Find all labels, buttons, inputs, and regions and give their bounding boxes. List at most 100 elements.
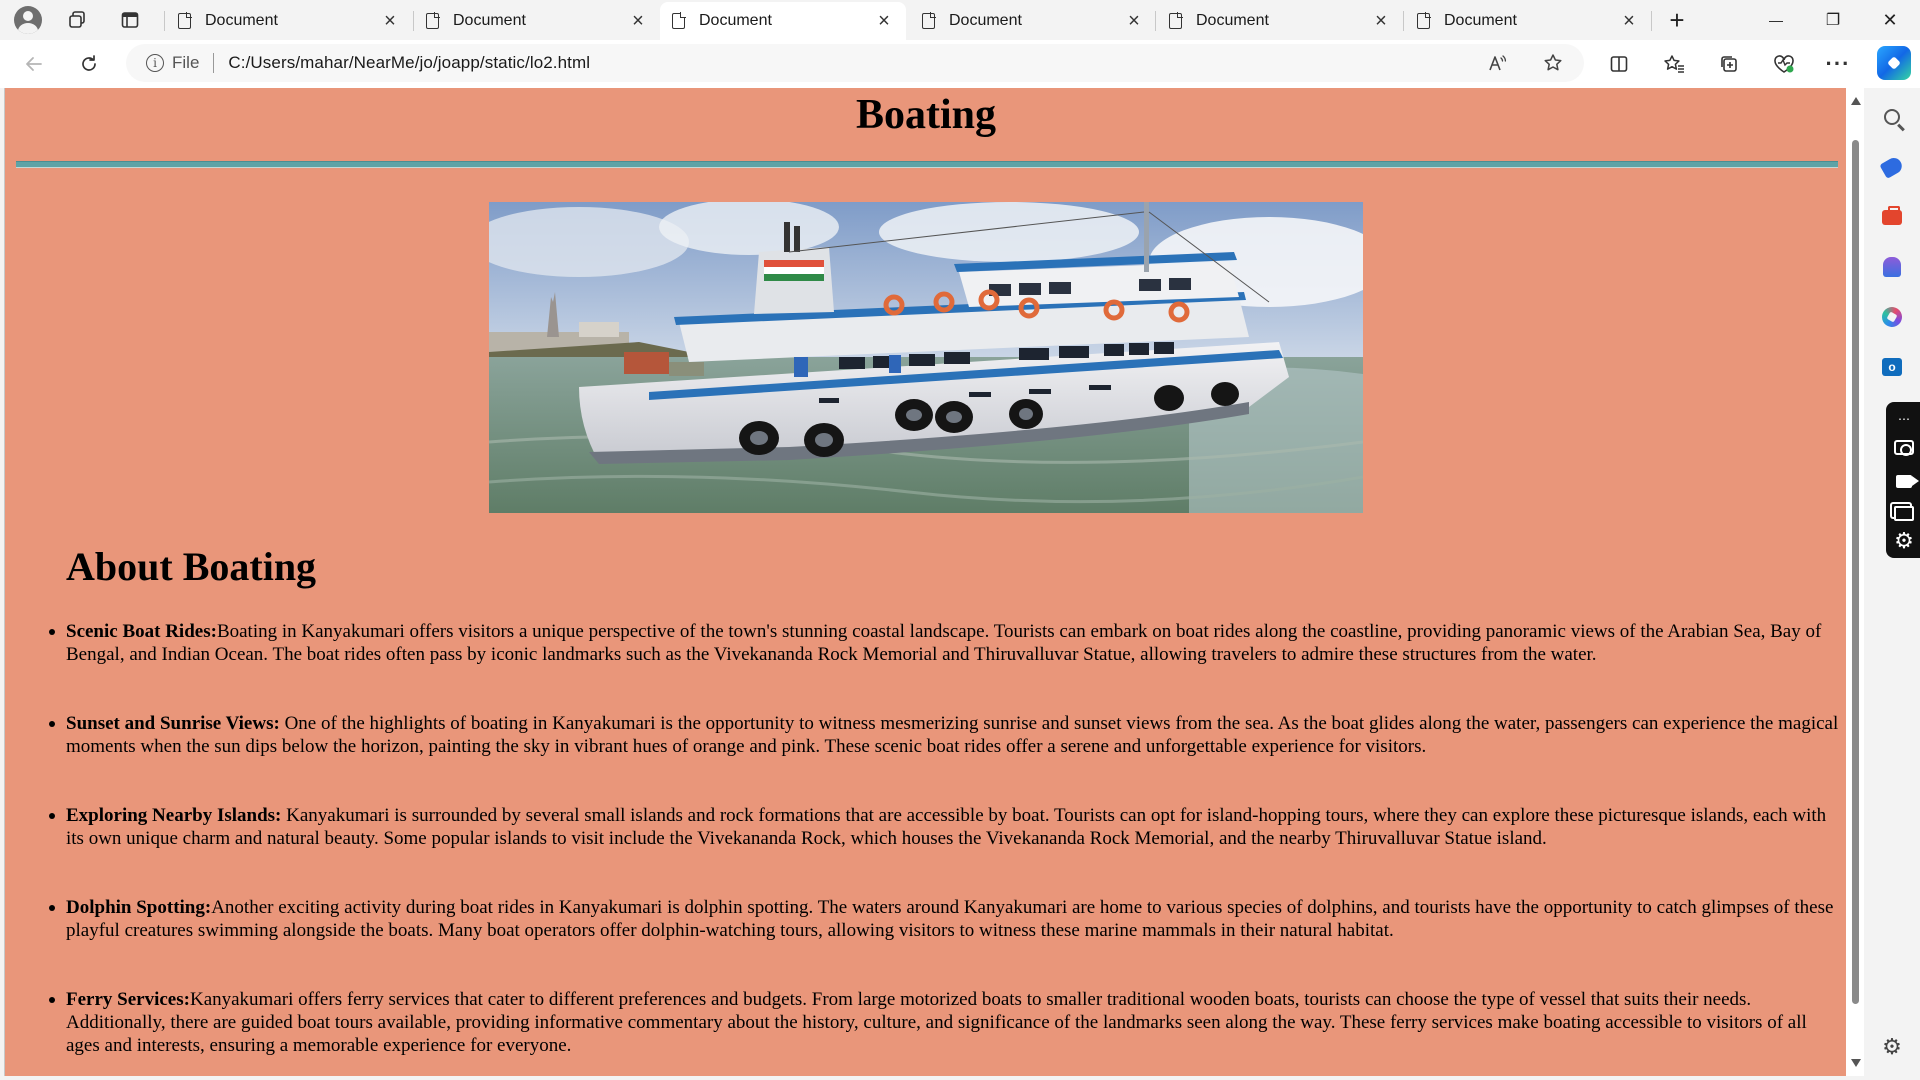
tab-document-2[interactable]: Document × bbox=[414, 2, 660, 40]
topic-text: Another exciting activity during boat ri… bbox=[66, 897, 1834, 941]
browser-essentials-button[interactable] bbox=[1766, 46, 1802, 82]
minimize-icon: — bbox=[1769, 12, 1783, 28]
collections-icon bbox=[1721, 56, 1737, 72]
more-options-button[interactable]: ··· bbox=[1820, 46, 1856, 82]
copilot-icon[interactable] bbox=[1877, 46, 1911, 80]
scroll-up-arrow-icon[interactable] bbox=[1851, 97, 1861, 105]
tab-title: Document bbox=[699, 12, 772, 29]
read-aloud-icon[interactable] bbox=[1482, 48, 1512, 78]
refresh-button[interactable] bbox=[71, 46, 107, 82]
tab-close-icon[interactable]: × bbox=[1124, 11, 1144, 31]
topic-text: One of the highlights of boating in Kany… bbox=[66, 713, 1839, 757]
tab-close-icon[interactable]: × bbox=[380, 11, 400, 31]
search-icon bbox=[1884, 109, 1900, 125]
tab-title: Document bbox=[453, 12, 526, 29]
topic-term: Scenic Boat Rides: bbox=[66, 621, 217, 642]
tab-strip: Document × Document × Document × Documen… bbox=[0, 0, 1920, 40]
minimize-button[interactable]: — bbox=[1748, 0, 1804, 40]
browser-essentials-icon bbox=[1774, 55, 1794, 73]
collections-button[interactable] bbox=[1711, 46, 1747, 82]
tab-title: Document bbox=[949, 12, 1022, 29]
record-button[interactable] bbox=[1892, 470, 1919, 492]
close-icon: ✕ bbox=[1882, 9, 1898, 30]
outlook-icon: o bbox=[1882, 358, 1902, 376]
settings-gear-icon: ⚙ bbox=[1882, 1034, 1902, 1059]
tab-title: Document bbox=[205, 12, 278, 29]
favorite-star-icon[interactable] bbox=[1538, 48, 1568, 78]
tab-document-1[interactable]: Document × bbox=[166, 2, 412, 40]
video-camera-icon bbox=[1896, 474, 1919, 488]
capture-menu-button[interactable]: ⋯ bbox=[1892, 408, 1916, 430]
sidebar-m365-button[interactable] bbox=[1878, 303, 1906, 331]
tab-close-icon[interactable]: × bbox=[1619, 11, 1639, 31]
tools-briefcase-icon bbox=[1882, 205, 1902, 225]
microsoft-365-icon bbox=[1878, 303, 1906, 331]
window-capture-button[interactable] bbox=[1892, 502, 1916, 524]
url-text[interactable]: C:/Users/mahar/NearMe/jo/joapp/static/lo… bbox=[228, 53, 590, 73]
capture-toolbar: ⋯ ⚙ bbox=[1886, 402, 1920, 558]
profile-button[interactable] bbox=[12, 4, 44, 36]
profile-avatar-icon bbox=[14, 6, 42, 34]
sidebar-settings-button[interactable]: ⚙ bbox=[1879, 1034, 1905, 1060]
scheme-label: File bbox=[172, 53, 200, 72]
tab-document-3-active[interactable]: Document × bbox=[660, 2, 906, 40]
capture-settings-button[interactable]: ⚙ bbox=[1892, 528, 1916, 553]
refresh-icon bbox=[82, 55, 96, 71]
topic-term: Exploring Nearby Islands: bbox=[66, 805, 282, 826]
title-divider bbox=[16, 161, 1838, 168]
page-title: Boating bbox=[855, 92, 997, 138]
plus-icon: + bbox=[1669, 4, 1685, 35]
topic-text: Kanyakumari is surrounded by several sma… bbox=[66, 805, 1827, 849]
favorites-icon bbox=[1664, 55, 1684, 73]
list-item: Dolphin Spotting:Another exciting activi… bbox=[49, 896, 1844, 942]
camera-icon bbox=[1894, 439, 1914, 456]
split-screen-button[interactable] bbox=[1601, 46, 1637, 82]
tab-close-icon[interactable]: × bbox=[628, 11, 648, 31]
page-viewport: Boating About Boating Scenic Boat Rides:… bbox=[4, 88, 1846, 1076]
scroll-thumb[interactable] bbox=[1852, 140, 1859, 1004]
settings-gear-icon: ⚙ bbox=[1894, 528, 1914, 553]
vertical-tabs-button[interactable] bbox=[114, 4, 146, 36]
document-icon bbox=[178, 12, 192, 29]
site-info-icon[interactable]: i bbox=[146, 54, 164, 72]
more-icon: ··· bbox=[1825, 51, 1851, 76]
back-button[interactable] bbox=[16, 46, 52, 82]
list-item: Exploring Nearby Islands: Kanyakumari is… bbox=[49, 804, 1844, 850]
browser-toolbar: i File C:/Users/mahar/NearMe/jo/joapp/st… bbox=[0, 40, 1920, 88]
restore-button[interactable]: ❐ bbox=[1805, 0, 1861, 40]
restore-icon: ❐ bbox=[1825, 12, 1841, 29]
tab-title: Document bbox=[1196, 12, 1269, 29]
tab-document-6[interactable]: Document × bbox=[1405, 2, 1651, 40]
games-icon bbox=[1883, 257, 1901, 277]
more-icon: ⋯ bbox=[1898, 412, 1910, 426]
page-scrollbar[interactable] bbox=[1846, 88, 1864, 1076]
screenshot-button[interactable] bbox=[1892, 436, 1916, 458]
document-icon bbox=[922, 12, 936, 29]
window-icon bbox=[1894, 505, 1914, 521]
sidebar-shopping-button[interactable] bbox=[1879, 154, 1905, 180]
sidebar-outlook-button[interactable]: o bbox=[1879, 354, 1905, 380]
sidebar-games-button[interactable] bbox=[1879, 254, 1905, 280]
list-item: Scenic Boat Rides:Boating in Kanyakumari… bbox=[49, 620, 1844, 666]
workspaces-button[interactable] bbox=[61, 4, 93, 36]
sidebar-tools-button[interactable] bbox=[1879, 204, 1905, 230]
tab-actions-icon bbox=[121, 12, 139, 28]
list-item: Ferry Services:Kanyakumari offers ferry … bbox=[49, 988, 1844, 1057]
tab-document-5[interactable]: Document × bbox=[1157, 2, 1403, 40]
list-item: Sunset and Sunrise Views: One of the hig… bbox=[49, 712, 1844, 758]
tab-close-icon[interactable]: × bbox=[1371, 11, 1391, 31]
close-window-button[interactable]: ✕ bbox=[1862, 0, 1918, 40]
favorites-button[interactable] bbox=[1656, 46, 1692, 82]
scroll-down-arrow-icon[interactable] bbox=[1851, 1059, 1861, 1067]
address-bar[interactable]: i File C:/Users/mahar/NearMe/jo/joapp/st… bbox=[126, 44, 1584, 82]
topic-term: Dolphin Spotting: bbox=[66, 897, 212, 918]
about-heading: About Boating bbox=[66, 544, 317, 589]
new-tab-button[interactable]: + bbox=[1650, 0, 1704, 40]
document-icon bbox=[426, 12, 440, 29]
topic-text: Boating in Kanyakumari offers visitors a… bbox=[66, 621, 1822, 665]
tab-document-4[interactable]: Document × bbox=[910, 2, 1156, 40]
back-icon bbox=[26, 57, 42, 71]
tab-close-icon[interactable]: × bbox=[874, 11, 894, 31]
topic-term: Sunset and Sunrise Views: bbox=[66, 713, 280, 734]
sidebar-search-button[interactable] bbox=[1879, 104, 1905, 130]
